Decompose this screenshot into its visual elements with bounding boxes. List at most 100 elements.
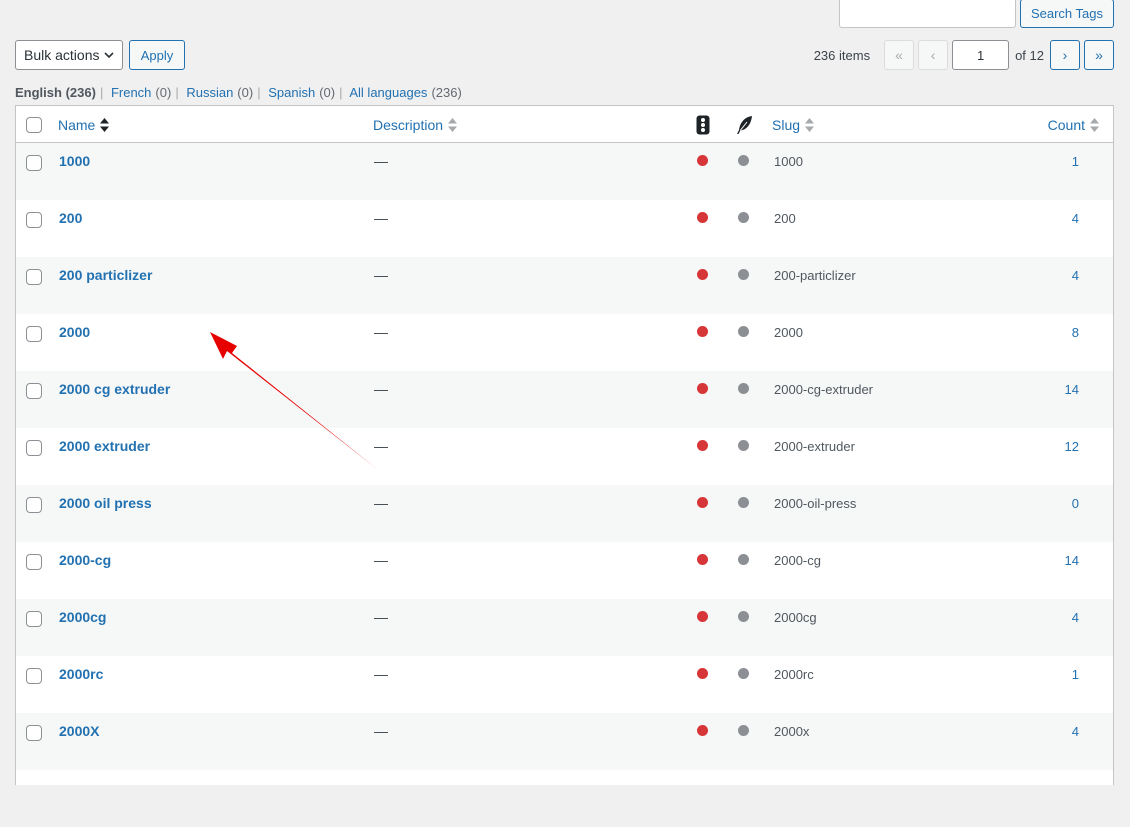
tag-slug: 1000 xyxy=(774,154,803,169)
language-status-dot[interactable] xyxy=(697,725,708,736)
next-page-button[interactable]: › xyxy=(1050,40,1080,70)
column-slug-sort[interactable]: Slug xyxy=(772,106,815,143)
tag-slug: 2000x xyxy=(774,724,810,739)
tag-count-link[interactable]: 12 xyxy=(1065,439,1079,454)
language-status-dot[interactable] xyxy=(697,383,708,394)
select-all-checkbox[interactable] xyxy=(26,117,42,133)
translation-status-dot[interactable] xyxy=(738,725,749,736)
translation-status-dot[interactable] xyxy=(738,383,749,394)
table-row: 1000 — 1000 1 xyxy=(16,143,1113,200)
apply-button[interactable]: Apply xyxy=(129,40,185,70)
row-checkbox[interactable] xyxy=(26,155,42,171)
tag-name-link[interactable]: 2000cg xyxy=(59,609,106,625)
language-status-dot[interactable] xyxy=(697,554,708,565)
column-count-sort[interactable]: Count xyxy=(1048,106,1099,143)
translation-status-dot[interactable] xyxy=(738,269,749,280)
tag-name-link[interactable]: 2000 oil press xyxy=(59,495,152,511)
table-row: 200 particlizer — 200-particlizer 4 xyxy=(16,257,1113,314)
tag-name-link[interactable]: 2000 extruder xyxy=(59,438,150,454)
translation-status-dot[interactable] xyxy=(738,440,749,451)
column-name-sort[interactable]: Name xyxy=(58,106,110,143)
translation-status-dot[interactable] xyxy=(738,668,749,679)
row-checkbox[interactable] xyxy=(26,383,42,399)
translation-status-dot[interactable] xyxy=(738,554,749,565)
row-checkbox[interactable] xyxy=(26,269,42,285)
lang-all[interactable]: All languages xyxy=(349,85,427,100)
language-status-dot[interactable] xyxy=(697,497,708,508)
tag-slug: 2000-extruder xyxy=(774,439,855,454)
tag-description: — xyxy=(374,153,388,169)
tag-name-link[interactable]: 1000 xyxy=(59,153,90,169)
language-status-dot[interactable] xyxy=(697,155,708,166)
sort-icon xyxy=(805,117,815,132)
tag-name-link[interactable]: 2000 xyxy=(59,324,90,340)
language-status-dot[interactable] xyxy=(697,668,708,679)
translation-status-dot[interactable] xyxy=(738,497,749,508)
lang-spanish[interactable]: Spanish xyxy=(268,85,315,100)
column-description-sort[interactable]: Description xyxy=(373,106,458,143)
tablenav-top: Bulk actions Apply 236 items « ‹ of 12 ›… xyxy=(15,40,1114,70)
tag-name-link[interactable]: 2000 cg extruder xyxy=(59,381,170,397)
row-checkbox[interactable] xyxy=(26,440,42,456)
tag-description: — xyxy=(374,210,388,226)
tag-count-link[interactable]: 14 xyxy=(1065,553,1079,568)
tag-description: — xyxy=(374,495,388,511)
traffic-light-icon xyxy=(696,115,710,134)
tag-slug: 2000-oil-press xyxy=(774,496,857,511)
tag-name-link[interactable]: 2000-cg xyxy=(59,552,111,568)
tag-slug: 2000-cg-extruder xyxy=(774,382,873,397)
tag-name-link[interactable]: 2000rc xyxy=(59,666,103,682)
row-checkbox[interactable] xyxy=(26,497,42,513)
tag-count-link[interactable]: 4 xyxy=(1072,724,1079,739)
tag-count-link[interactable]: 4 xyxy=(1072,268,1079,283)
tag-description: — xyxy=(374,324,388,340)
table-row: 2000cg — 2000cg 4 xyxy=(16,599,1113,656)
tag-slug: 200 xyxy=(774,211,796,226)
tag-count-link[interactable]: 1 xyxy=(1072,667,1079,682)
tag-count-link[interactable]: 8 xyxy=(1072,325,1079,340)
lang-russian[interactable]: Russian xyxy=(186,85,233,100)
translation-status-dot[interactable] xyxy=(738,155,749,166)
row-checkbox[interactable] xyxy=(26,611,42,627)
row-checkbox[interactable] xyxy=(26,212,42,228)
translation-status-dot[interactable] xyxy=(738,326,749,337)
tag-name-link[interactable]: 200 particlizer xyxy=(59,267,152,283)
column-language xyxy=(696,106,710,143)
row-checkbox[interactable] xyxy=(26,554,42,570)
row-checkbox[interactable] xyxy=(26,668,42,684)
row-checkbox[interactable] xyxy=(26,725,42,741)
tag-slug: 2000-cg xyxy=(774,553,821,568)
tag-slug: 2000cg xyxy=(774,610,817,625)
language-status-dot[interactable] xyxy=(697,611,708,622)
feather-icon xyxy=(737,115,752,134)
table-row: 2000 cg extruder — 2000-cg-extruder 14 xyxy=(16,371,1113,428)
table-row: 2000X — 2000x 4 xyxy=(16,713,1113,770)
tag-count-link[interactable]: 4 xyxy=(1072,610,1079,625)
tag-count-link[interactable]: 0 xyxy=(1072,496,1079,511)
translation-status-dot[interactable] xyxy=(738,611,749,622)
sort-icon xyxy=(448,117,458,132)
language-status-dot[interactable] xyxy=(697,212,708,223)
tag-description: — xyxy=(374,723,388,739)
language-status-dot[interactable] xyxy=(697,326,708,337)
last-page-button[interactable]: » xyxy=(1084,40,1114,70)
tag-count-link[interactable]: 14 xyxy=(1065,382,1079,397)
tag-count-link[interactable]: 4 xyxy=(1072,211,1079,226)
search-input[interactable] xyxy=(838,0,1016,28)
current-page-input[interactable] xyxy=(952,40,1010,70)
language-status-dot[interactable] xyxy=(697,440,708,451)
lang-french[interactable]: French xyxy=(111,85,151,100)
tag-name-link[interactable]: 200 xyxy=(59,210,82,226)
tag-slug: 2000rc xyxy=(774,667,814,682)
search-tags-button[interactable]: Search Tags xyxy=(1019,0,1114,28)
language-status-dot[interactable] xyxy=(697,269,708,280)
tag-description: — xyxy=(374,552,388,568)
tag-count-link[interactable]: 1 xyxy=(1072,154,1079,169)
row-checkbox[interactable] xyxy=(26,326,42,342)
prev-page-button: ‹ xyxy=(918,40,949,70)
tag-name-link[interactable]: 2000X xyxy=(59,723,99,739)
translation-status-dot[interactable] xyxy=(738,212,749,223)
bulk-actions-select[interactable]: Bulk actions xyxy=(15,40,123,70)
lang-english[interactable]: English (236) xyxy=(15,85,96,100)
table-row: 2000 oil press — 2000-oil-press 0 xyxy=(16,485,1113,542)
